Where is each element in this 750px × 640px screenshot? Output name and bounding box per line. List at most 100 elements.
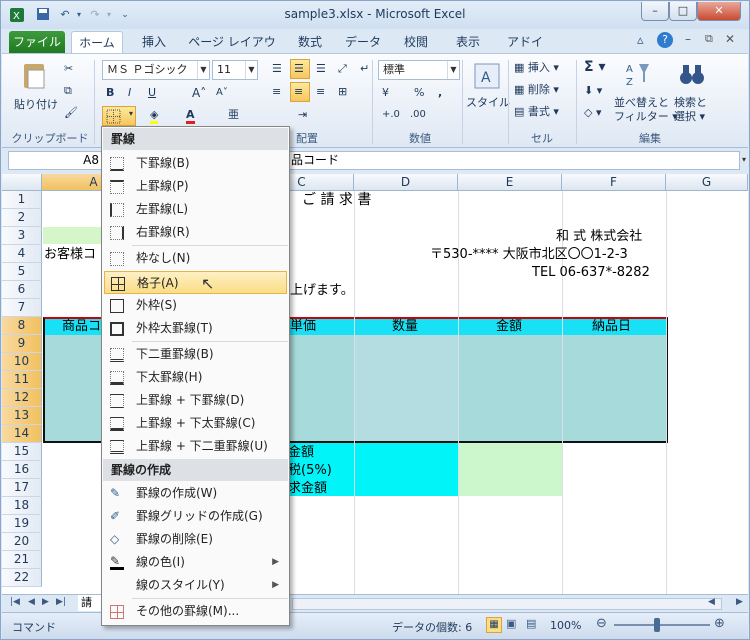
tab-page-layout[interactable]: ページ レイアウト (187, 31, 277, 71)
minimize-button[interactable]: – (641, 2, 669, 21)
insert-cells-button[interactable]: ▦ 挿入 ▾ (514, 61, 559, 75)
row-header-11[interactable]: 11 (2, 371, 42, 389)
zoom-in-icon[interactable]: ⊕ (714, 616, 725, 631)
workbook-restore-icon[interactable]: ⧉ (705, 32, 713, 46)
column-header-f[interactable]: F (562, 174, 666, 191)
chevron-down-icon[interactable]: ▼ (245, 61, 257, 79)
align-center-icon[interactable]: ≡ (294, 85, 303, 99)
row-header-13[interactable]: 13 (2, 407, 42, 425)
shrink-font-icon[interactable]: A˅ (216, 86, 228, 100)
zoom-level[interactable]: 100% (550, 619, 581, 632)
row-header-9[interactable]: 9 (2, 335, 42, 353)
sort-filter-icon[interactable]: AZ (624, 60, 652, 94)
tab-insert[interactable]: 挿入 (137, 31, 171, 53)
tab-addins[interactable]: アドイン (503, 31, 547, 71)
row-header-12[interactable]: 12 (2, 389, 42, 407)
column-header-g[interactable]: G (666, 174, 748, 191)
row-header-7[interactable]: 7 (2, 299, 42, 317)
menu-item-bottom-border[interactable]: 下罫線(B) (104, 152, 287, 175)
menu-item-draw-border-grid[interactable]: ✐ 罫線グリッドの作成(G) (104, 505, 287, 528)
expand-formula-bar-icon[interactable]: ▾ (742, 155, 746, 164)
sheet-tab[interactable]: 請ス (78, 595, 102, 625)
horizontal-scrollbar[interactable] (292, 598, 722, 610)
styles-button[interactable]: スタイル (466, 96, 510, 110)
row-header-1[interactable]: 1 (2, 191, 42, 209)
chevron-down-icon[interactable]: ▼ (447, 61, 459, 79)
bold-icon[interactable]: B (106, 86, 114, 100)
currency-icon[interactable]: ¥ (382, 86, 389, 100)
scroll-left-icon[interactable]: ◀ (708, 597, 715, 607)
row-header-18[interactable]: 18 (2, 497, 42, 515)
page-layout-view-icon[interactable]: ▣ (506, 617, 516, 630)
tab-file[interactable]: ファイル (9, 31, 65, 53)
row-header-17[interactable]: 17 (2, 479, 42, 497)
menu-item-line-style[interactable]: 線のスタイル(Y) ▶ (104, 574, 287, 597)
menu-item-all-borders[interactable]: 格子(A) ↖ (104, 271, 287, 294)
sheet-first-icon[interactable]: |◀ (10, 597, 20, 607)
menu-item-more-borders[interactable]: その他の罫線(M)... (104, 600, 287, 623)
format-painter-icon[interactable]: 🖌 (64, 106, 78, 120)
formula-input[interactable]: 品コード (288, 151, 740, 170)
column-header-e[interactable]: E (458, 174, 562, 191)
scroll-right-icon[interactable]: ▶ (736, 597, 743, 607)
cut-icon[interactable]: ✂ (64, 62, 73, 76)
align-middle-icon[interactable]: ☰ (294, 62, 304, 76)
menu-item-left-border[interactable]: 左罫線(L) (104, 198, 287, 221)
row-header-19[interactable]: 19 (2, 515, 42, 533)
name-box[interactable]: A8 (8, 151, 104, 170)
paste-button[interactable] (16, 60, 52, 94)
sheet-prev-icon[interactable]: ◀ (28, 597, 35, 607)
row-header-21[interactable]: 21 (2, 551, 42, 569)
tab-review[interactable]: 校閲 (399, 31, 433, 53)
row-header-14[interactable]: 14 (2, 425, 42, 443)
autosum-icon[interactable]: Σ ▾ (584, 60, 605, 74)
fill-icon[interactable]: ⬇ ▾ (584, 84, 602, 98)
row-header-16[interactable]: 16 (2, 461, 42, 479)
zoom-out-icon[interactable]: ⊖ (596, 616, 607, 631)
row-header-3[interactable]: 3 (2, 227, 42, 245)
menu-item-thick-box-border[interactable]: 外枠太罫線(T) (104, 317, 287, 340)
comma-icon[interactable]: , (438, 86, 442, 100)
normal-view-icon[interactable]: ▦ (486, 617, 502, 633)
wrap-text-icon[interactable]: ↵ (360, 62, 369, 76)
paste-label[interactable]: 貼り付け (14, 98, 58, 112)
menu-item-outside-borders[interactable]: 外枠(S) (104, 294, 287, 317)
font-name-combo[interactable]: ＭＳ Ｐゴシック ▼ (102, 60, 210, 80)
workbook-minimize-icon[interactable]: – (685, 32, 691, 46)
row-header-2[interactable]: 2 (2, 209, 42, 227)
sheet-last-icon[interactable]: ▶| (56, 597, 66, 607)
menu-item-top-thick-bottom-border[interactable]: 上罫線 + 下太罫線(C) (104, 412, 287, 435)
format-cells-button[interactable]: ▤ 書式 ▾ (514, 105, 559, 119)
underline-icon[interactable]: U (148, 86, 156, 100)
menu-item-draw-border[interactable]: ✎ 罫線の作成(W) (104, 482, 287, 505)
zoom-slider-thumb[interactable] (654, 618, 660, 632)
chevron-down-icon[interactable]: ▼ (197, 61, 209, 79)
row-header-22[interactable]: 22 (2, 569, 42, 587)
menu-item-top-bottom-border[interactable]: 上罫線 + 下罫線(D) (104, 389, 287, 412)
find-select-label[interactable]: 検索と (674, 96, 707, 110)
tab-home[interactable]: ホーム (71, 31, 123, 53)
merge-center-icon[interactable]: ⊞ (338, 85, 347, 99)
grow-font-icon[interactable]: A˄ (192, 86, 206, 100)
zoom-slider[interactable] (614, 624, 710, 626)
font-color-icon[interactable]: A (186, 108, 195, 124)
percent-icon[interactable]: % (414, 86, 424, 100)
ribbon-minimize-icon[interactable]: ▵ (637, 33, 644, 48)
number-format-combo[interactable]: 標準 ▼ (378, 60, 460, 80)
menu-item-right-border[interactable]: 右罫線(R) (104, 221, 287, 244)
row-header-20[interactable]: 20 (2, 533, 42, 551)
menu-item-no-border[interactable]: 枠なし(N) (104, 247, 287, 270)
row-header-15[interactable]: 15 (2, 443, 42, 461)
sort-filter-label[interactable]: 並べ替えと (614, 96, 669, 110)
tab-formulas[interactable]: 数式 (293, 31, 327, 53)
font-size-combo[interactable]: 11 ▼ (212, 60, 258, 80)
row-header-5[interactable]: 5 (2, 263, 42, 281)
align-top-icon[interactable]: ☰ (272, 62, 282, 76)
orientation-icon[interactable]: ⤢ (338, 62, 347, 76)
menu-item-erase-border[interactable]: ◇ 罫線の削除(E) (104, 528, 287, 551)
italic-icon[interactable]: I (128, 86, 131, 100)
menu-item-bottom-double-border[interactable]: 下二重罫線(B) (104, 343, 287, 366)
styles-icon[interactable]: A (472, 62, 502, 94)
menu-item-thick-bottom-border[interactable]: 下太罫線(H) (104, 366, 287, 389)
row-header-6[interactable]: 6 (2, 281, 42, 299)
